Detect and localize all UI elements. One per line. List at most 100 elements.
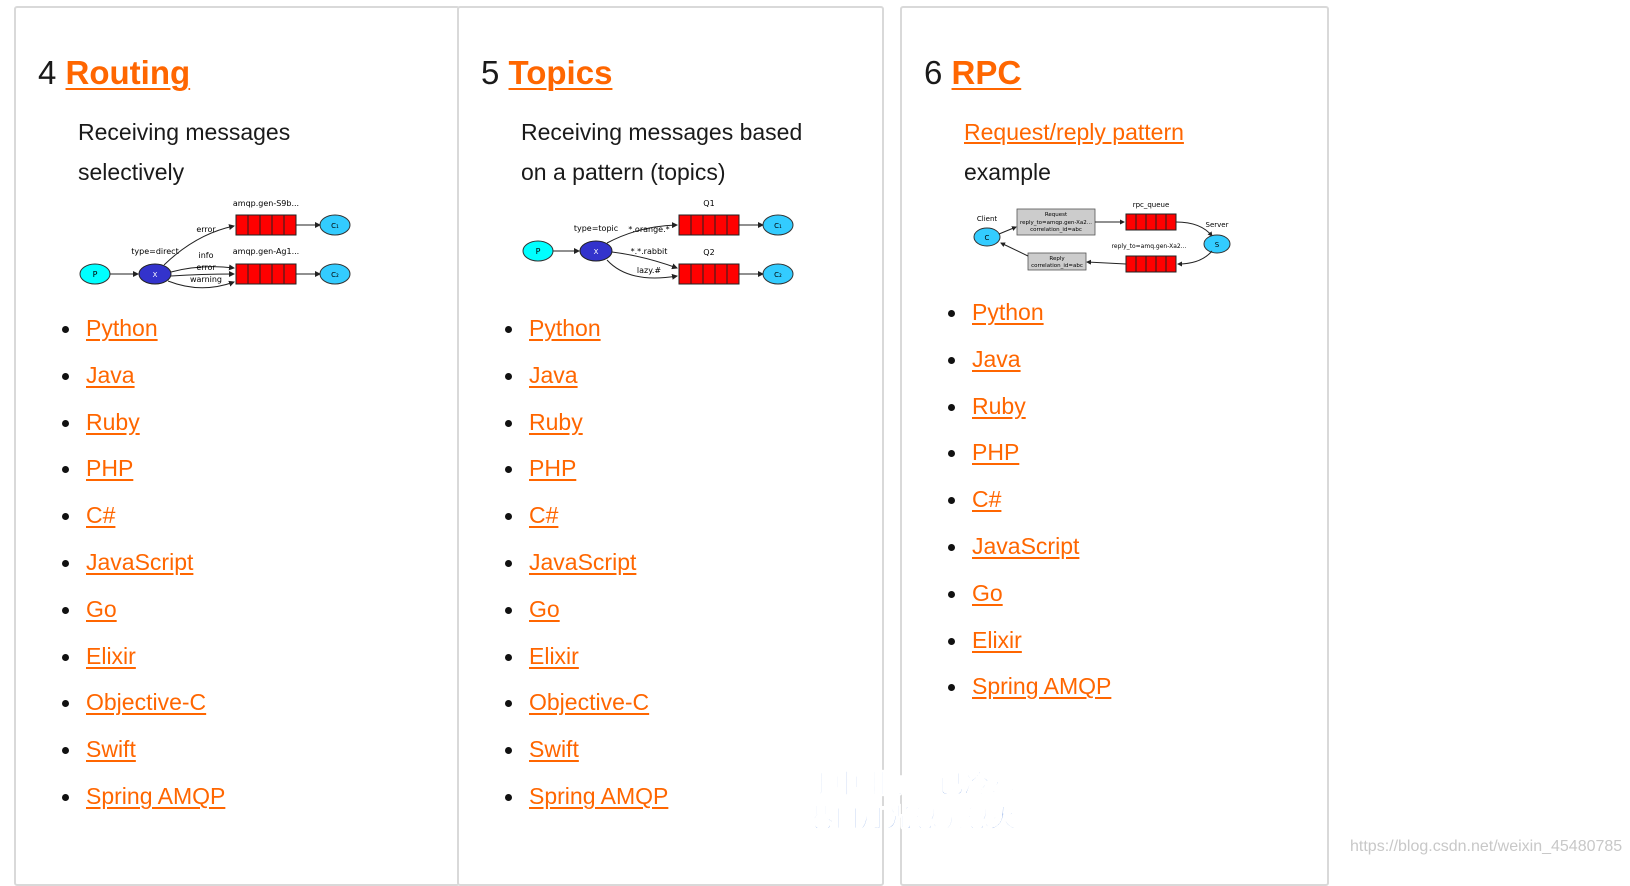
language-link[interactable]: C#	[529, 501, 558, 529]
language-link[interactable]: PHP	[529, 454, 576, 482]
language-link[interactable]: JavaScript	[972, 532, 1079, 560]
consumer-label: C₁	[774, 222, 782, 230]
bullet-icon	[505, 419, 512, 427]
language-link[interactable]: Elixir	[972, 626, 1022, 654]
language-link[interactable]: C#	[86, 501, 115, 529]
bullet-icon	[948, 637, 955, 645]
bullet-icon	[62, 419, 69, 427]
tutorial-number: 5	[481, 54, 500, 91]
card-routing: 4 Routing Receiving messages selectively…	[14, 6, 460, 886]
topics-diagram: P X type=topic *.orange.* *.*.rabbit laz…	[522, 199, 794, 285]
bullet-icon	[62, 559, 69, 567]
language-link[interactable]: Go	[972, 579, 1003, 607]
queue-name: reply_to=amq.gen-Xa2...	[1112, 243, 1187, 250]
language-link[interactable]: Go	[529, 595, 560, 623]
tutorial-description: Request/reply pattern example	[964, 112, 1324, 192]
exchange-type-label: type=direct	[131, 247, 178, 256]
client-node-label: C	[985, 234, 990, 242]
desc-line-1: Receiving messages	[78, 119, 291, 145]
client-label: Client	[977, 215, 998, 223]
tutorial-number: 6	[924, 54, 943, 91]
language-link[interactable]: Python	[529, 314, 601, 342]
routing-diagram: P X type=direct error info error warning…	[79, 199, 351, 289]
queue-name: amqp.gen-S9b...	[233, 199, 299, 208]
language-link[interactable]: Java	[86, 361, 135, 389]
bullet-icon	[948, 450, 955, 458]
language-link[interactable]: Swift	[86, 735, 136, 763]
queue-name: Q1	[703, 199, 714, 208]
exchange-type-label: type=topic	[574, 224, 618, 233]
binding-label: *.*.rabbit	[631, 247, 668, 256]
svg-text:correlation_id=abc: correlation_id=abc	[1031, 263, 1083, 269]
reply-message: Reply correlation_id=abc	[1027, 252, 1087, 271]
svg-text:Request: Request	[1045, 212, 1068, 218]
tutorial-description: Receiving messages selectively	[78, 112, 438, 192]
consumer-label: C₂	[331, 271, 339, 279]
language-link[interactable]: Elixir	[86, 642, 136, 670]
bullet-icon	[505, 372, 512, 380]
binding-label: *.orange.*	[628, 225, 669, 234]
language-link[interactable]: JavaScript	[86, 548, 193, 576]
tutorial-title-link[interactable]: Topics	[509, 54, 613, 91]
bullet-icon	[948, 497, 955, 505]
queue-1	[678, 214, 740, 236]
card-rpc: 6 RPC Request/reply pattern example Clie…	[900, 6, 1329, 886]
card-title: 5 Topics	[481, 54, 612, 92]
language-link[interactable]: Java	[972, 345, 1021, 373]
bullet-icon	[948, 403, 955, 411]
language-link[interactable]: Ruby	[529, 408, 583, 436]
bullet-icon	[505, 793, 512, 801]
subtitle-line-2: 巷口灯光忽明忽灭	[807, 804, 1017, 835]
language-link[interactable]: PHP	[86, 454, 133, 482]
bullet-icon	[948, 356, 955, 364]
queue-2	[678, 263, 740, 285]
queue-name: rpc_queue	[1133, 201, 1170, 209]
bullet-icon	[62, 466, 69, 474]
tutorial-title-link[interactable]: RPC	[952, 54, 1022, 91]
language-link[interactable]: Swift	[529, 735, 579, 763]
svg-text:correlation_id=abc: correlation_id=abc	[1030, 227, 1082, 233]
language-link[interactable]: Java	[529, 361, 578, 389]
language-link[interactable]: Spring AMQP	[529, 782, 668, 810]
bullet-icon	[62, 513, 69, 521]
binding-label: lazy.#	[637, 266, 661, 275]
language-link[interactable]: Python	[86, 314, 158, 342]
tutorial-title-link[interactable]: Routing	[66, 54, 191, 91]
language-link[interactable]: Spring AMQP	[972, 672, 1111, 700]
language-link[interactable]: Objective-C	[86, 688, 206, 716]
rpc-queue	[1125, 213, 1177, 231]
watermark: https://blog.csdn.net/weixin_45480785	[1350, 838, 1623, 855]
language-link[interactable]: Objective-C	[529, 688, 649, 716]
language-link[interactable]: PHP	[972, 438, 1019, 466]
tutorial-number: 4	[38, 54, 57, 91]
binding-label: error	[196, 263, 216, 272]
language-link[interactable]: JavaScript	[529, 548, 636, 576]
desc-line-2: selectively	[78, 159, 185, 185]
language-link[interactable]: Python	[972, 298, 1044, 326]
binding-label: error	[196, 225, 216, 234]
language-link[interactable]: Spring AMQP	[86, 782, 225, 810]
desc-line-1: Receiving messages based	[521, 119, 803, 145]
bullet-icon	[505, 326, 512, 333]
language-link[interactable]: C#	[972, 485, 1001, 513]
language-link[interactable]: Ruby	[972, 392, 1026, 420]
bullet-icon	[948, 590, 955, 598]
tutorial-description: Receiving messages based on a pattern (t…	[521, 112, 881, 192]
language-link[interactable]: Ruby	[86, 408, 140, 436]
reply-queue	[1125, 255, 1177, 273]
card-title: 6 RPC	[924, 54, 1021, 92]
language-link[interactable]: Go	[86, 595, 117, 623]
bullet-icon	[505, 700, 512, 708]
desc-line-2: example	[964, 159, 1051, 185]
queue-name: Q2	[703, 248, 714, 257]
queue-1	[235, 214, 297, 236]
consumer-label: C₁	[331, 222, 339, 230]
bullet-icon	[948, 684, 955, 692]
binding-label: info	[198, 251, 213, 260]
request-message: Request reply_to=amqp.gen-Xa2... correla…	[1016, 208, 1096, 236]
consumer-label: C₂	[774, 271, 782, 279]
producer-label: P	[93, 270, 98, 279]
language-link[interactable]: Elixir	[529, 642, 579, 670]
exchange-label: X	[594, 248, 599, 256]
request-reply-link[interactable]: Request/reply pattern	[964, 119, 1184, 145]
